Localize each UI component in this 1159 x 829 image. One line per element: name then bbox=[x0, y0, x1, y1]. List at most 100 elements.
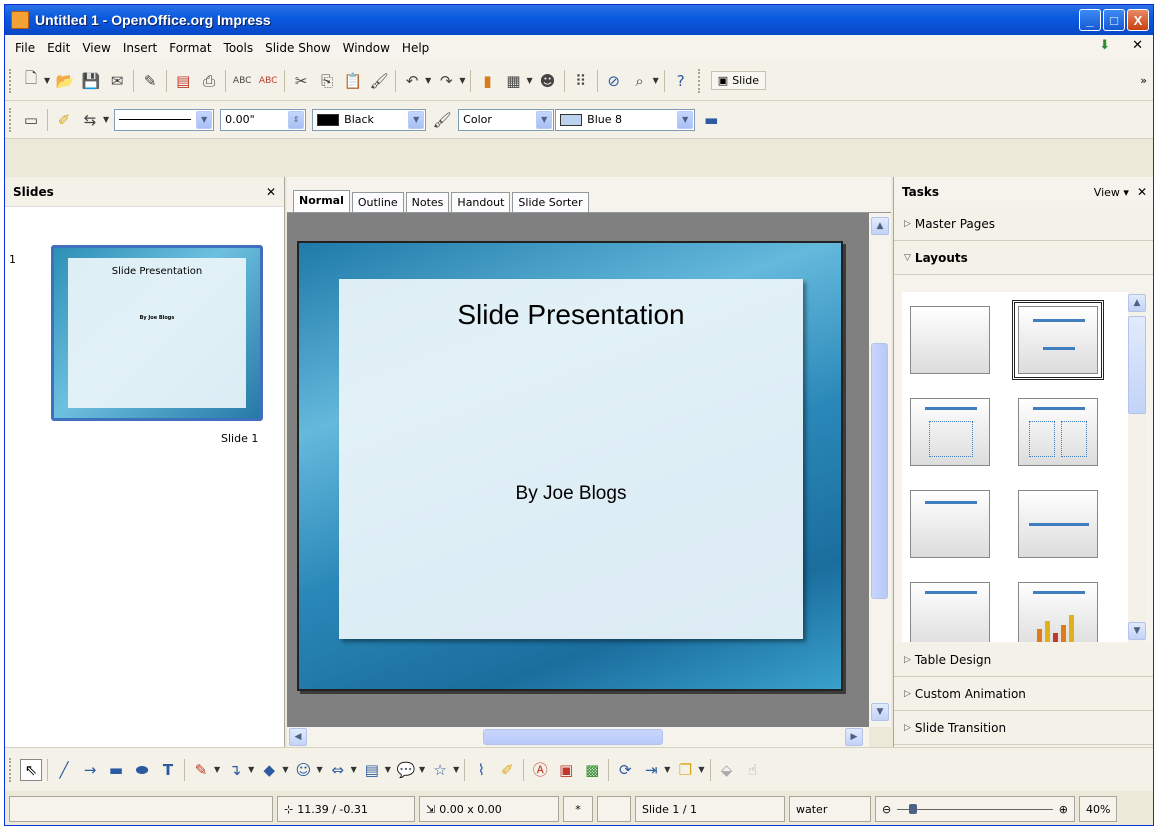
flowchart-icon[interactable]: ▤ bbox=[361, 759, 383, 781]
close-document-icon[interactable]: ✕ bbox=[1132, 38, 1143, 53]
print-icon[interactable]: ⎙ bbox=[198, 70, 220, 92]
extrusion-icon[interactable]: ⬙ bbox=[716, 759, 738, 781]
tab-handout[interactable]: Handout bbox=[451, 192, 511, 212]
toolbar-grip[interactable] bbox=[9, 68, 14, 93]
zoom-dropdown-icon[interactable]: ▼ bbox=[653, 76, 659, 85]
paste-icon[interactable]: 📋 bbox=[342, 70, 364, 92]
connector-dropdown-icon[interactable]: ▼ bbox=[248, 765, 254, 774]
glue-points-icon[interactable]: ✐ bbox=[496, 759, 518, 781]
toolbar-grip-3[interactable] bbox=[9, 107, 14, 132]
layout-title-two-content[interactable] bbox=[1018, 398, 1098, 466]
shadow-icon[interactable]: ▬ bbox=[700, 109, 722, 131]
line-width-spin[interactable]: 0.00" ⇕ bbox=[220, 108, 307, 131]
slide-title[interactable]: Slide Presentation bbox=[339, 299, 803, 331]
scroll-down-icon[interactable]: ▼ bbox=[871, 703, 889, 721]
block-arrows-dropdown-icon[interactable]: ▼ bbox=[351, 765, 357, 774]
gallery-icon[interactable]: ▩ bbox=[581, 759, 603, 781]
zoom-track[interactable] bbox=[897, 803, 1053, 814]
close-slides-pane-icon[interactable]: ✕ bbox=[266, 185, 276, 199]
line-icon[interactable]: ✐ bbox=[53, 109, 75, 131]
line-color-select[interactable]: Black ▼ bbox=[312, 108, 427, 131]
line-color-dropdown-icon[interactable]: ▼ bbox=[408, 110, 425, 129]
arrange-icon[interactable]: ❐ bbox=[674, 759, 696, 781]
line-tool-icon[interactable]: ╱ bbox=[53, 759, 75, 781]
fill-color-dropdown-icon[interactable]: ▼ bbox=[677, 110, 694, 129]
fontwork-gallery-icon[interactable]: Ⓐ bbox=[529, 759, 551, 781]
scroll-left-icon[interactable]: ◀ bbox=[289, 728, 307, 746]
rotate-icon[interactable]: ⟳ bbox=[614, 759, 636, 781]
vertical-scroll-thumb[interactable] bbox=[871, 343, 888, 599]
tab-normal[interactable]: Normal bbox=[293, 190, 350, 212]
slide-canvas[interactable]: Slide Presentation By Joe Blogs bbox=[297, 241, 843, 691]
cut-icon[interactable]: ✂ bbox=[290, 70, 312, 92]
scroll-up-icon[interactable]: ▲ bbox=[871, 217, 889, 235]
section-custom-animation[interactable]: ▷ Custom Animation bbox=[894, 677, 1153, 711]
email-icon[interactable]: ✉ bbox=[106, 70, 128, 92]
stars-icon[interactable]: ☆ bbox=[429, 759, 451, 781]
grid-icon[interactable]: ⠿ bbox=[570, 70, 592, 92]
layout-title-content-2[interactable] bbox=[910, 582, 990, 642]
arrow-line-icon[interactable]: → bbox=[79, 759, 101, 781]
new-icon[interactable]: 🗋 bbox=[20, 69, 42, 92]
section-slide-transition[interactable]: ▷ Slide Transition bbox=[894, 711, 1153, 745]
new-slide-button[interactable]: ▣ Slide bbox=[710, 71, 767, 90]
table-icon[interactable]: ▦ bbox=[502, 70, 524, 92]
select-arrow-icon[interactable]: ⇖ bbox=[20, 758, 42, 781]
curve-icon[interactable]: ✎ bbox=[190, 759, 212, 781]
alignment-icon[interactable]: ⇥ bbox=[640, 759, 662, 781]
layout-title-content[interactable] bbox=[910, 398, 990, 466]
undo-dropdown-icon[interactable]: ▼ bbox=[425, 76, 431, 85]
arrow-style-dropdown-icon[interactable]: ▼ bbox=[103, 115, 109, 124]
horizontal-scrollbar[interactable]: ◀ ▶ bbox=[287, 727, 869, 747]
menu-edit[interactable]: Edit bbox=[41, 41, 76, 55]
arrange-dropdown-icon[interactable]: ▼ bbox=[698, 765, 704, 774]
slide-thumbnail[interactable]: Slide Presentation By Joe Blogs bbox=[51, 245, 263, 421]
menu-help[interactable]: Help bbox=[396, 41, 435, 55]
toolbar-grip-2[interactable] bbox=[697, 68, 703, 93]
title-bar[interactable]: Untitled 1 - OpenOffice.org Impress _ □ … bbox=[5, 5, 1153, 35]
arrow-style-icon[interactable]: ⇆ bbox=[79, 109, 101, 131]
redo-icon[interactable]: ↷ bbox=[435, 70, 457, 92]
layouts-scroll-up-icon[interactable]: ▲ bbox=[1128, 294, 1146, 312]
alignment-dropdown-icon[interactable]: ▼ bbox=[664, 765, 670, 774]
status-modified[interactable]: * bbox=[563, 796, 593, 822]
save-icon[interactable]: 💾 bbox=[80, 70, 102, 92]
connector-icon[interactable]: ↴ bbox=[224, 759, 246, 781]
interaction-icon[interactable]: ☝ bbox=[742, 759, 764, 781]
slide-edit-area[interactable]: Slide Presentation By Joe Blogs bbox=[287, 213, 869, 727]
tab-outline[interactable]: Outline bbox=[351, 192, 404, 212]
menu-view[interactable]: View bbox=[76, 41, 116, 55]
more-tools-chevron-icon[interactable]: » bbox=[1140, 74, 1147, 87]
tasks-view-menu[interactable]: View ▾ bbox=[1094, 186, 1129, 199]
section-layouts[interactable]: ▽ Layouts bbox=[894, 241, 1153, 275]
layout-title-slide[interactable] bbox=[1012, 300, 1104, 380]
menu-file[interactable]: File bbox=[9, 41, 41, 55]
layout-centered-text[interactable] bbox=[1018, 490, 1098, 558]
update-download-icon[interactable]: ⬇ bbox=[1099, 38, 1110, 53]
callouts-dropdown-icon[interactable]: ▼ bbox=[419, 765, 425, 774]
menu-format[interactable]: Format bbox=[163, 41, 217, 55]
line-width-spin-icon[interactable]: ⇕ bbox=[288, 110, 305, 129]
layout-title-chart[interactable] bbox=[1018, 582, 1098, 642]
layouts-scroll-thumb[interactable] bbox=[1128, 316, 1146, 414]
clone-format-icon[interactable]: 🖌 bbox=[368, 70, 390, 92]
tab-slide-sorter[interactable]: Slide Sorter bbox=[512, 192, 589, 212]
curve-dropdown-icon[interactable]: ▼ bbox=[214, 765, 220, 774]
from-file-icon[interactable]: ▣ bbox=[555, 759, 577, 781]
vertical-scrollbar[interactable]: ▲ ▼ bbox=[869, 213, 891, 727]
copy-icon[interactable]: ⎘ bbox=[316, 70, 338, 92]
open-icon[interactable]: 📂 bbox=[54, 70, 76, 92]
drawing-toolbar-grip[interactable] bbox=[9, 757, 14, 782]
zoom-handle[interactable] bbox=[909, 803, 918, 814]
menu-tools[interactable]: Tools bbox=[218, 41, 260, 55]
redo-dropdown-icon[interactable]: ▼ bbox=[459, 76, 465, 85]
close-window-button[interactable]: X bbox=[1127, 9, 1149, 31]
ellipse-icon[interactable]: ⬬ bbox=[131, 759, 153, 781]
callouts-icon[interactable]: 💬 bbox=[395, 759, 417, 781]
points-icon[interactable]: ⌇ bbox=[470, 759, 492, 781]
section-master-pages[interactable]: ▷ Master Pages bbox=[894, 207, 1153, 241]
basic-shapes-icon[interactable]: ◆ bbox=[258, 759, 280, 781]
flowchart-dropdown-icon[interactable]: ▼ bbox=[385, 765, 391, 774]
zoom-slider[interactable]: ⊖ ⊕ bbox=[875, 796, 1075, 822]
menu-insert[interactable]: Insert bbox=[117, 41, 163, 55]
